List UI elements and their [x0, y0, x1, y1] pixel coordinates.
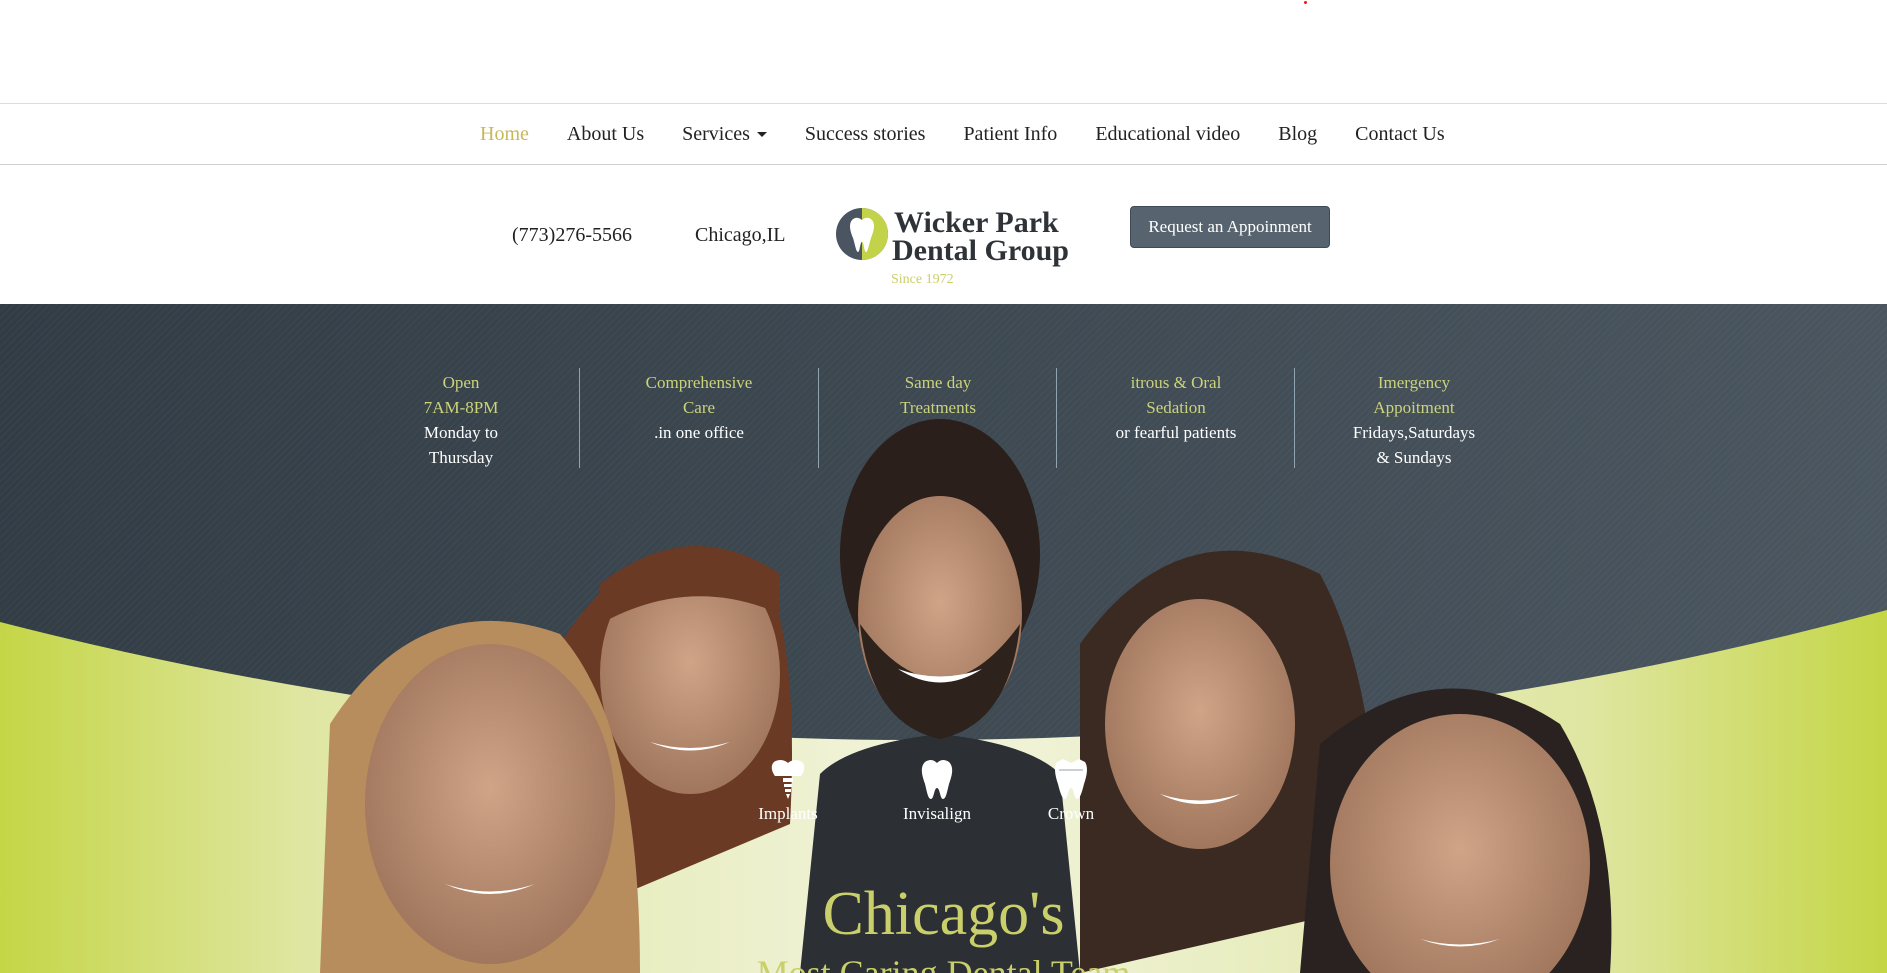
- request-appointment-button[interactable]: Request an Appoinment: [1130, 206, 1330, 248]
- feature-emergency: Imergency Appoitment Fridays,Saturdays &…: [1314, 370, 1514, 470]
- phone-number[interactable]: (773)276-5566: [512, 224, 632, 247]
- feature-care-line2: Care: [682, 398, 716, 417]
- tooth-logo-icon: [836, 208, 888, 260]
- hero-headline: Chicago's: [822, 880, 1065, 948]
- nav-item-contact-us[interactable]: Contact Us: [1355, 123, 1444, 146]
- feature-divider: [1294, 368, 1295, 468]
- feature-hours-line1: Open: [442, 373, 480, 392]
- feature-emergency-line2: Appoitment: [1373, 398, 1455, 417]
- feature-sedation: itrous & Oral Sedation or fearful patien…: [1076, 370, 1276, 445]
- feature-emergency-line3: Fridays,Saturdays: [1352, 423, 1476, 442]
- nav-item-home[interactable]: Home: [480, 123, 529, 146]
- top-strip: [0, 0, 1887, 103]
- hero-subheadline: Most Caring Dental Team: [756, 953, 1131, 973]
- feature-divider: [579, 368, 580, 468]
- service-implants[interactable]: Implants: [738, 758, 838, 824]
- feature-sedation-line3: or fearful patients: [1115, 423, 1237, 442]
- nav-item-blog[interactable]: Blog: [1278, 123, 1317, 146]
- crown-tooth-icon: [1055, 759, 1087, 799]
- feature-sameday-line1: Same day: [904, 373, 972, 392]
- caret-down-icon: [756, 131, 767, 137]
- nav-item-about-us[interactable]: About Us: [567, 123, 644, 146]
- nav-item-educational-video[interactable]: Educational video: [1095, 123, 1240, 146]
- feature-sedation-line1: itrous & Oral: [1130, 373, 1222, 392]
- service-invisalign-label: Invisalign: [903, 804, 971, 823]
- nav-item-patient-info[interactable]: Patient Info: [963, 123, 1057, 146]
- service-crown-label: Crown: [1047, 804, 1095, 823]
- feature-sedation-line2: Sedation: [1146, 398, 1206, 417]
- feature-emergency-line4: & Sundays: [1376, 448, 1452, 467]
- feature-emergency-line1: Imergency: [1377, 373, 1451, 392]
- service-invisalign[interactable]: Invisalign: [887, 758, 987, 824]
- tooth-icon: [921, 760, 953, 799]
- feature-hours-line4: Thursday: [428, 448, 494, 467]
- wicker-park-logo[interactable]: Wicker Park Dental Group Since 1972: [834, 202, 1090, 288]
- feature-same-day: Same day Treatments: [838, 370, 1038, 420]
- red-dot-marker: [1304, 1, 1307, 4]
- nav-item-services-label: Services: [682, 122, 750, 145]
- feature-sameday-line2: Treatments: [900, 398, 976, 417]
- feature-divider: [818, 368, 819, 468]
- main-navbar: Home About Us Services Success stories P…: [0, 103, 1887, 165]
- logo-line2: Dental Group: [892, 234, 1069, 267]
- feature-comprehensive-care: Comprehensive Care .in one office: [599, 370, 799, 445]
- nav-item-success-stories[interactable]: Success stories: [805, 123, 926, 146]
- service-crown[interactable]: Crown: [1021, 758, 1121, 824]
- logo-since: Since 1972: [891, 272, 954, 287]
- feature-hours-line2: 7AM-8PM: [423, 398, 499, 417]
- feature-care-line3: .in one office: [654, 423, 744, 442]
- info-bar: (773)276-5566 Chicago,IL Wicker Park Den…: [0, 166, 1887, 304]
- feature-care-line1: Comprehensive: [645, 373, 753, 392]
- feature-divider: [1056, 368, 1057, 468]
- implant-tooth-icon: [771, 760, 805, 799]
- nav-list: Home About Us Services Success stories P…: [480, 104, 1483, 164]
- hero-section: Open 7AM-8PM Monday to Thursday Comprehe…: [0, 304, 1887, 973]
- city-location: Chicago,IL: [695, 224, 786, 246]
- nav-item-services[interactable]: Services: [682, 123, 767, 146]
- feature-hours-line3: Monday to: [423, 423, 499, 442]
- feature-hours: Open 7AM-8PM Monday to Thursday: [361, 370, 561, 470]
- service-implants-label: Implants: [758, 804, 818, 823]
